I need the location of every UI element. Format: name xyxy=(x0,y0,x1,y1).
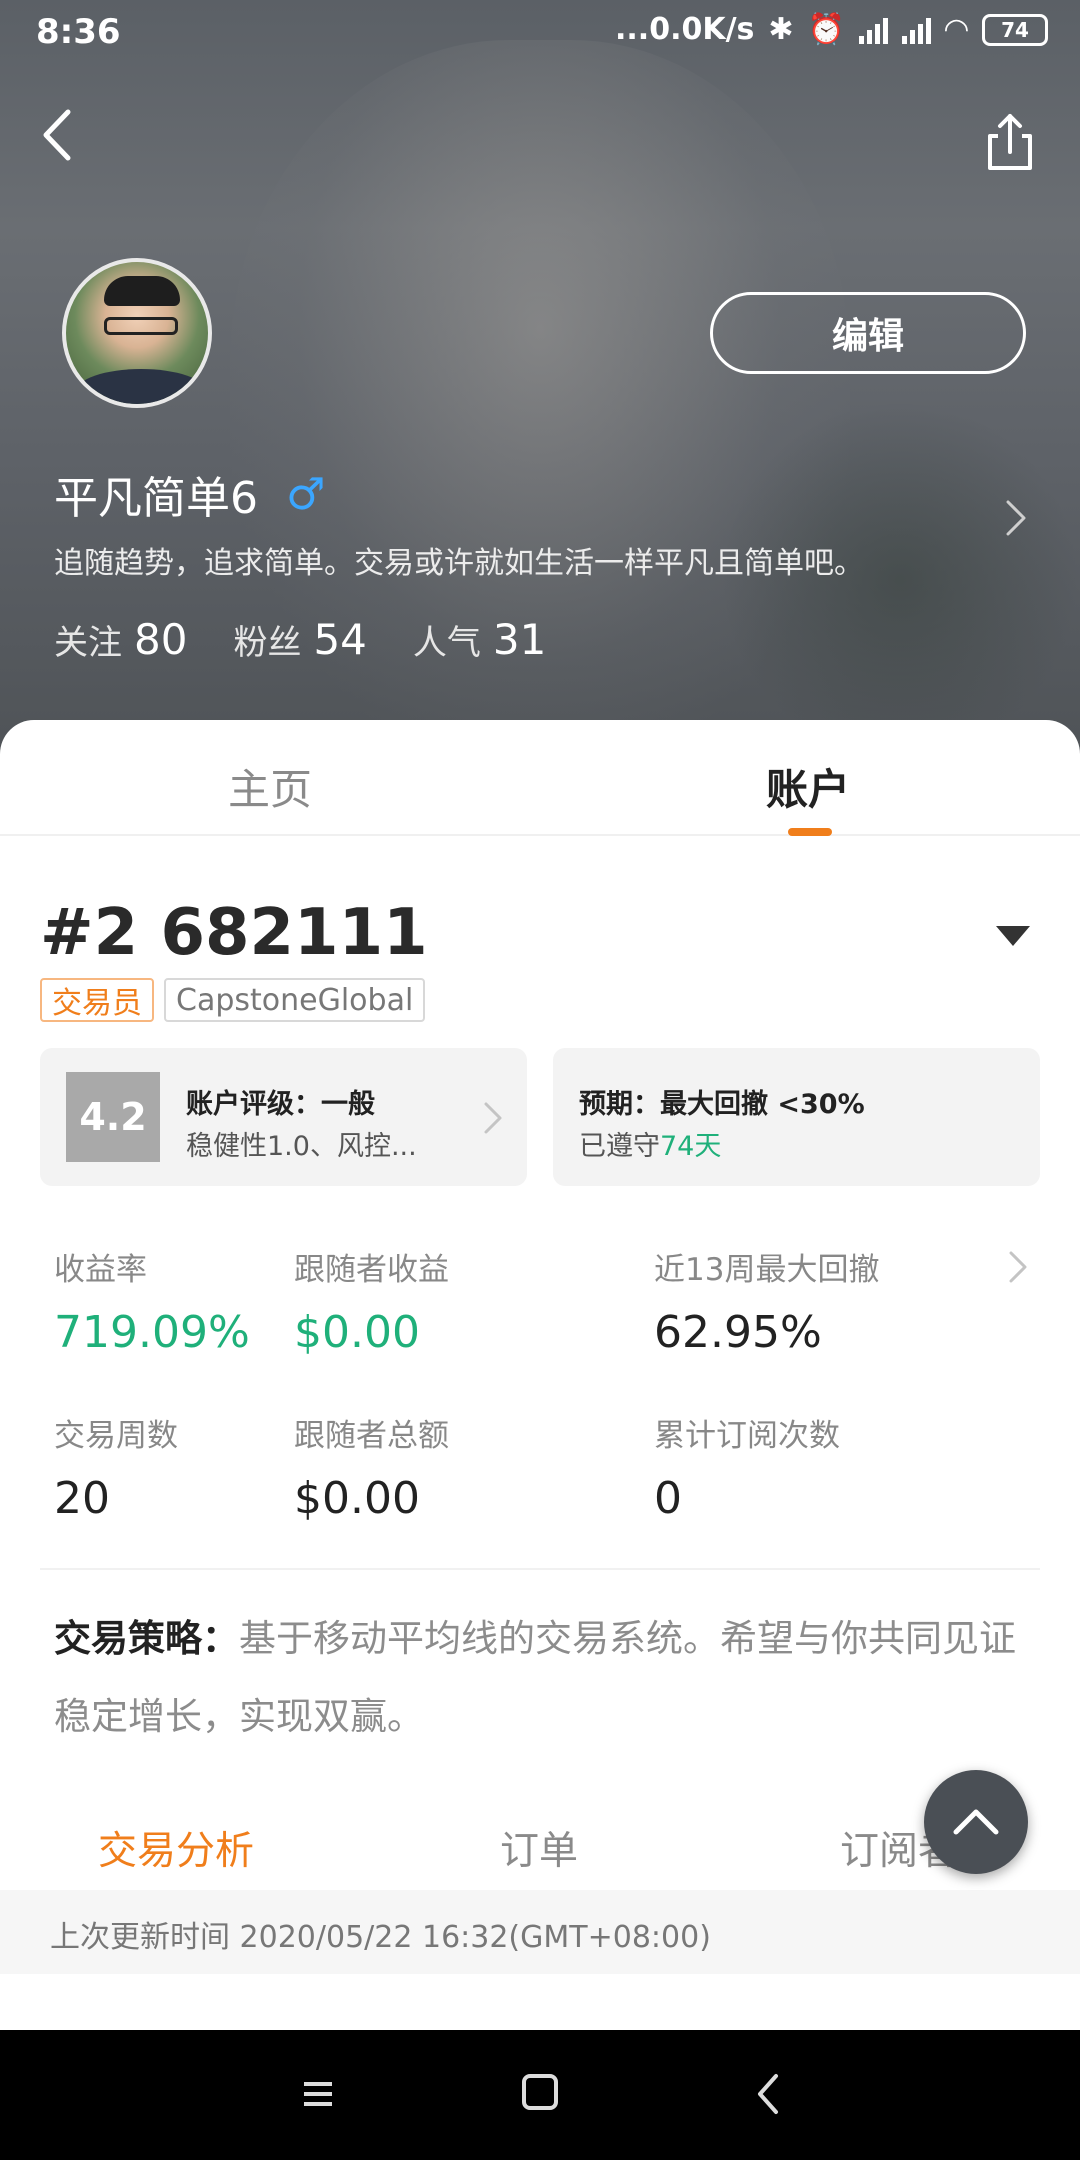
signal-icon-2 xyxy=(901,16,931,44)
nav-home-icon[interactable] xyxy=(522,2074,558,2110)
avatar[interactable] xyxy=(62,258,212,408)
wifi-icon: ◠ xyxy=(944,12,968,47)
edit-button[interactable]: 编辑 xyxy=(710,292,1026,374)
dropdown-caret-icon[interactable] xyxy=(996,926,1030,946)
status-time: 8:36 xyxy=(36,12,121,52)
last-update-text: 上次更新时间 2020/05/22 16:32(GMT+08:00) xyxy=(50,1920,711,1955)
scroll-top-button[interactable] xyxy=(924,1770,1028,1874)
male-gender-icon: ♂ xyxy=(286,468,326,520)
chevron-right-icon xyxy=(481,1096,505,1140)
account-number: #2 682111 xyxy=(40,896,428,970)
nav-menu-icon[interactable] xyxy=(298,2074,338,2114)
profile-header: 8:36 ...0.0K/s ✱ ⏰ ◠ 74 编辑 平凡简单6 ♂ 追随趋势，… xyxy=(0,0,1080,760)
status-bar: 8:36 ...0.0K/s ✱ ⏰ ◠ 74 xyxy=(0,0,1080,66)
expectation-box: 预期：最大回撤 <30% 已遵守74天 xyxy=(553,1048,1040,1186)
metric-follower-profit: 跟随者收益 $0.00 xyxy=(294,1252,449,1358)
profile-name: 平凡简单6 xyxy=(54,473,258,524)
rating-subtitle: 稳健性1.0、风控... xyxy=(186,1131,417,1162)
bottom-tabs: 交易分析 订单 订阅者 xyxy=(0,1790,1080,1902)
account-card: 主页 账户 #2 682111 交易员 CapstoneGlobal 4.2 账… xyxy=(0,720,1080,2030)
profile-stats: 关注 80 粉丝 54 人气 31 xyxy=(54,615,546,664)
stat-following[interactable]: 关注 80 xyxy=(54,615,187,664)
battery-icon: 74 xyxy=(982,13,1048,46)
trading-strategy: 交易策略：基于移动平均线的交易系统。希望与你共同见证稳定增长，实现双赢。 xyxy=(54,1600,1034,1756)
metric-return: 收益率 719.09% xyxy=(54,1252,250,1358)
bluetooth-icon: ✱ xyxy=(768,12,794,47)
share-icon[interactable] xyxy=(980,108,1040,178)
network-speed: ...0.0K/s xyxy=(615,12,755,47)
nav-back-icon[interactable] xyxy=(752,2070,782,2118)
strategy-label: 交易策略： xyxy=(54,1617,239,1660)
tab-orders[interactable]: 订单 xyxy=(500,1820,578,1876)
account-tags: 交易员 CapstoneGlobal xyxy=(40,978,426,1022)
role-tag: 交易员 xyxy=(40,978,154,1022)
stat-popularity: 人气 31 xyxy=(412,615,547,664)
alarm-icon: ⏰ xyxy=(807,12,845,47)
tab-trade-analysis[interactable]: 交易分析 xyxy=(98,1820,254,1876)
rating-title: 账户评级：一般 xyxy=(186,1089,375,1120)
chevron-right-icon[interactable] xyxy=(1006,1245,1030,1289)
scroll-top-icon xyxy=(953,1809,999,1835)
metric-max-drawdown[interactable]: 近13周最大回撤 62.95% xyxy=(654,1244,879,1358)
tab-home[interactable]: 主页 xyxy=(228,756,312,817)
profile-bio: 追随趋势，追求简单。交易或许就如生活一样平凡且简单吧。 xyxy=(54,546,864,581)
expectation-subtitle: 已遵守74天 xyxy=(579,1131,722,1162)
stat-followers[interactable]: 粉丝 54 xyxy=(233,615,366,664)
last-update-bar: 上次更新时间 2020/05/22 16:32(GMT+08:00) xyxy=(0,1890,1080,1974)
status-icons: ...0.0K/s ✱ ⏰ ◠ 74 xyxy=(615,12,1048,47)
tab-account[interactable]: 账户 xyxy=(766,756,850,817)
metric-trading-weeks: 交易周数 20 xyxy=(54,1418,178,1524)
name-row: 平凡简单6 ♂ xyxy=(54,462,325,526)
signal-icon xyxy=(858,16,888,44)
expectation-title: 预期：最大回撤 <30% xyxy=(579,1089,865,1120)
metric-follower-total: 跟随者总额 $0.00 xyxy=(294,1418,449,1524)
rating-score: 4.2 xyxy=(66,1072,160,1162)
system-nav-bar xyxy=(0,2030,1080,2160)
days-kept: 74天 xyxy=(660,1131,722,1162)
tab-active-indicator xyxy=(788,828,832,836)
rating-box[interactable]: 4.2 账户评级：一般 稳健性1.0、风控... xyxy=(40,1048,527,1186)
back-arrow-icon[interactable] xyxy=(32,100,92,170)
divider xyxy=(40,1568,1040,1570)
chevron-right-icon[interactable] xyxy=(1000,496,1030,540)
top-tabs: 主页 账户 xyxy=(0,720,1080,836)
metric-subscriptions: 累计订阅次数 0 xyxy=(654,1418,840,1524)
broker-tag: CapstoneGlobal xyxy=(164,978,426,1022)
